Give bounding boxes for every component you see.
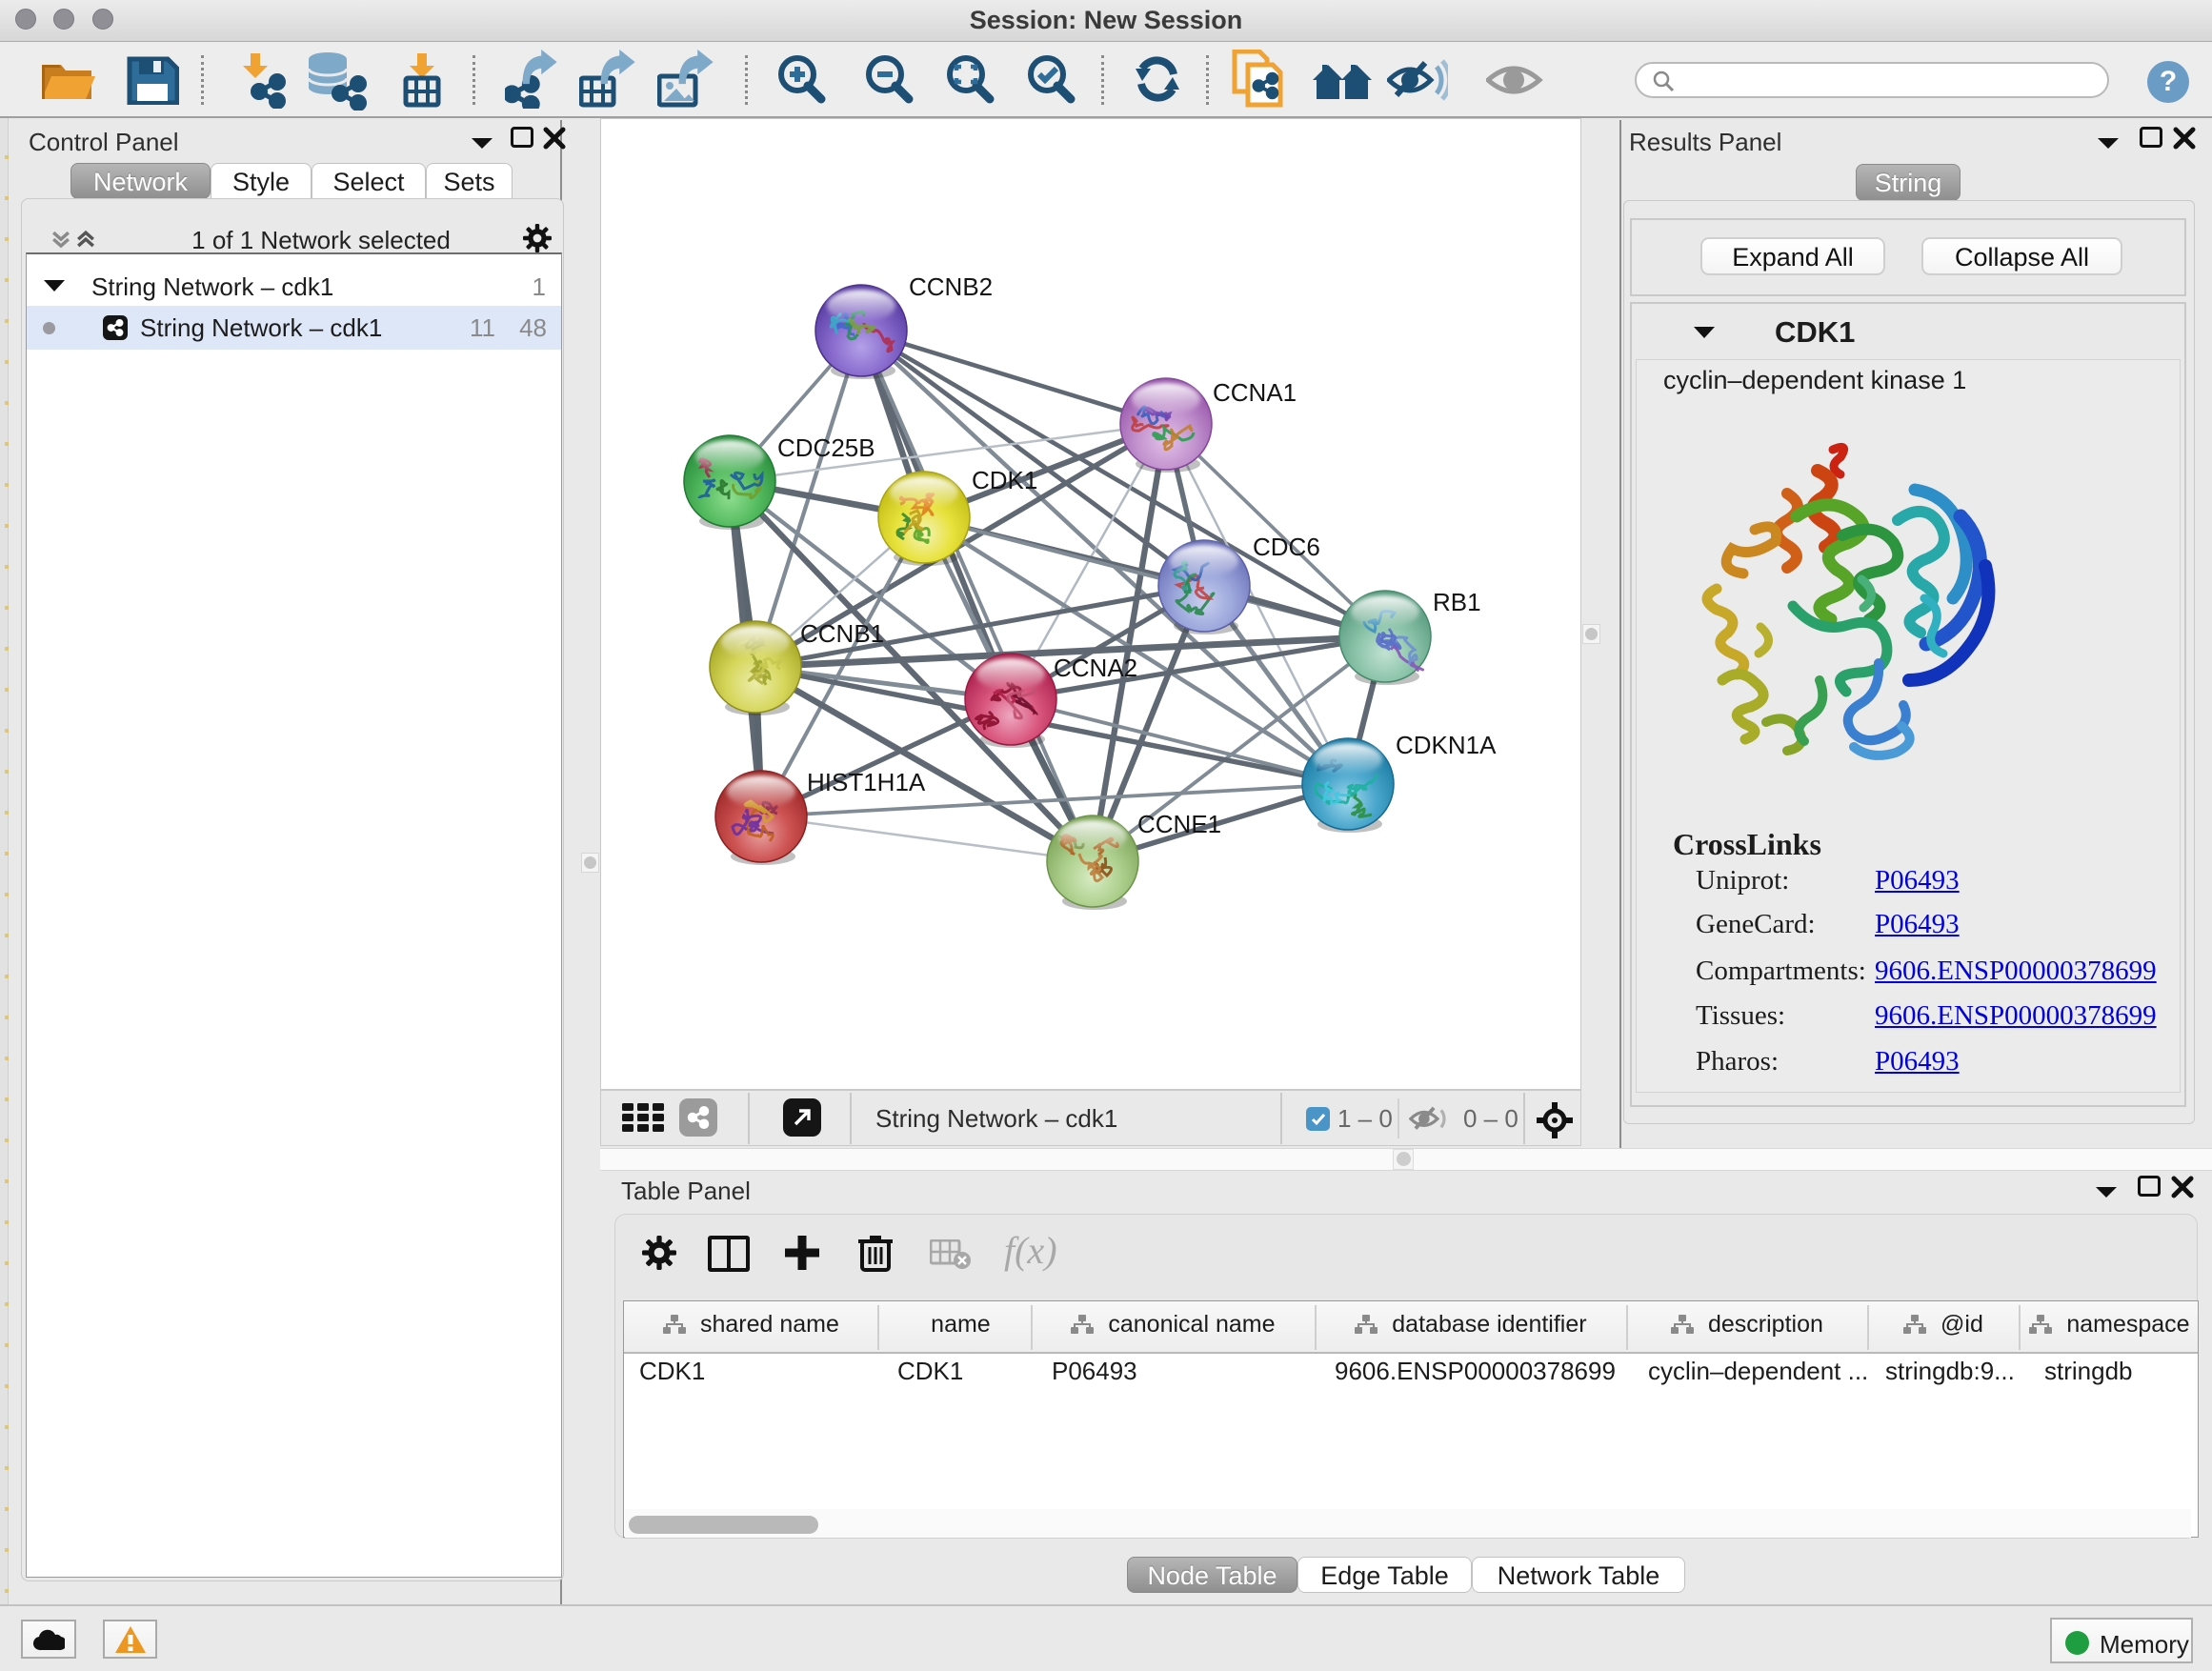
svg-text:HIST1H1A: HIST1H1A (807, 768, 926, 796)
svg-text:CCNB2: CCNB2 (909, 272, 993, 301)
svg-text:CDK1: CDK1 (972, 466, 1037, 494)
svg-text:CCNB1: CCNB1 (800, 619, 884, 648)
svg-text:RB1: RB1 (1433, 588, 1481, 616)
svg-text:CCNE1: CCNE1 (1137, 810, 1221, 838)
svg-text:CCNA1: CCNA1 (1213, 378, 1297, 407)
svg-text:CDC6: CDC6 (1253, 533, 1320, 561)
svg-text:CCNA2: CCNA2 (1054, 654, 1137, 682)
svg-text:CDKN1A: CDKN1A (1396, 731, 1497, 759)
svg-text:CDC25B: CDC25B (777, 433, 875, 462)
